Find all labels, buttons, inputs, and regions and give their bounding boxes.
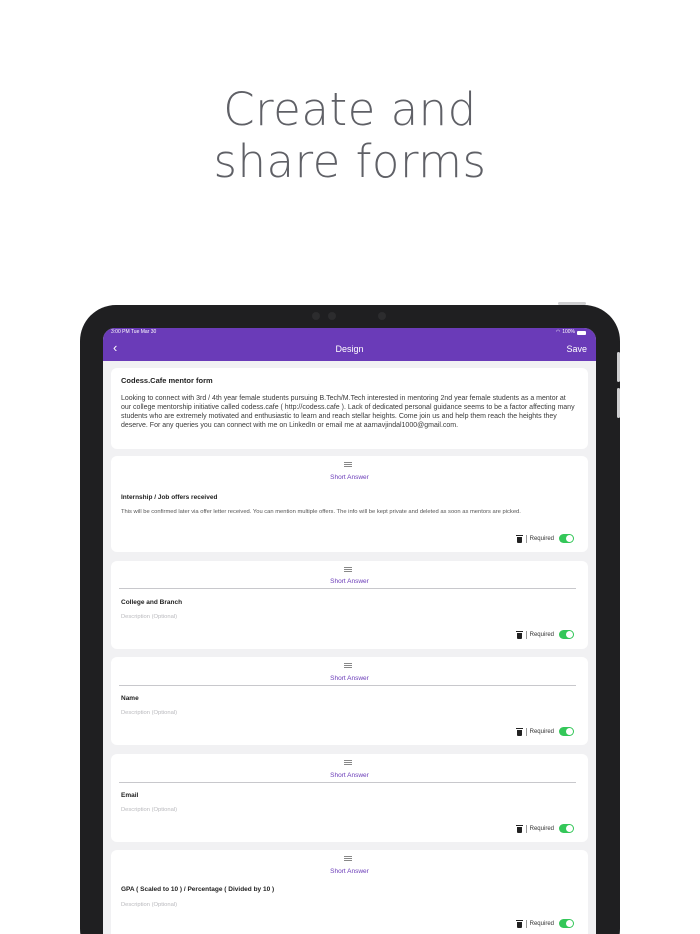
question-title[interactable]: Email	[121, 792, 138, 799]
question-type-selector[interactable]: Short Answer	[111, 474, 588, 481]
drag-handle-icon[interactable]	[344, 462, 352, 467]
sensor-icon	[328, 312, 336, 320]
question-card: Short Answer Name Description (Optional)…	[111, 657, 588, 745]
question-description-input[interactable]: Description (Optional)	[121, 902, 577, 910]
camera-icon	[312, 312, 320, 320]
required-label: Required	[529, 631, 554, 638]
question-card: Short Answer College and Branch Descript…	[111, 561, 588, 649]
trash-icon[interactable]	[515, 630, 523, 639]
form-description[interactable]: Looking to connect with 3rd / 4th year f…	[121, 394, 576, 430]
volume-button	[617, 388, 620, 418]
trash-icon[interactable]	[515, 824, 523, 833]
required-toggle[interactable]	[559, 824, 574, 833]
required-label: Required	[529, 920, 554, 927]
required-label: Required	[529, 825, 554, 832]
required-label: Required	[529, 535, 554, 542]
sensor-icon	[378, 312, 386, 320]
question-actions: Required	[515, 534, 574, 543]
headline-line-1: Create and	[223, 83, 477, 136]
status-time: 3:00 PM Tue Mar 30	[111, 329, 157, 335]
question-actions: Required	[515, 824, 574, 833]
drag-handle-icon[interactable]	[344, 567, 352, 572]
divider	[119, 782, 576, 783]
page-title: Design	[335, 344, 364, 354]
required-toggle[interactable]	[559, 727, 574, 736]
app-screen: 3:00 PM Tue Mar 30 ◠ 100% ‹ Design Save …	[103, 328, 596, 934]
question-type-selector[interactable]: Short Answer	[111, 868, 588, 875]
required-label: Required	[529, 728, 554, 735]
required-toggle[interactable]	[559, 534, 574, 543]
power-button	[558, 302, 586, 305]
navigation-bar: ‹ Design Save	[103, 337, 596, 361]
drag-handle-icon[interactable]	[344, 760, 352, 765]
battery-icon	[577, 330, 586, 335]
question-title[interactable]: Name	[121, 695, 139, 702]
question-description-input[interactable]: Description (Optional)	[121, 807, 577, 815]
trash-icon[interactable]	[515, 534, 523, 543]
form-title[interactable]: Codess.Cafe mentor form	[121, 376, 213, 385]
question-description-input[interactable]: Description (Optional)	[121, 614, 577, 622]
question-actions: Required	[515, 630, 574, 639]
wifi-icon: ◠	[555, 329, 561, 335]
headline: Create and share forms	[0, 84, 700, 188]
trash-icon[interactable]	[515, 919, 523, 928]
required-toggle[interactable]	[559, 919, 574, 928]
question-actions: Required	[515, 727, 574, 736]
divider	[119, 588, 576, 589]
drag-handle-icon[interactable]	[344, 663, 352, 668]
headline-line-2: share forms	[213, 135, 487, 188]
question-card: Short Answer Email Description (Optional…	[111, 754, 588, 842]
question-type-selector[interactable]: Short Answer	[111, 578, 588, 585]
trash-icon[interactable]	[515, 727, 523, 736]
question-title[interactable]: Internship / Job offers received	[121, 494, 217, 501]
question-title[interactable]: College and Branch	[121, 599, 182, 606]
question-description-input[interactable]: Description (Optional)	[121, 710, 577, 718]
question-title[interactable]: GPA ( Scaled to 10 ) / Percentage ( Divi…	[121, 886, 274, 893]
volume-button	[617, 352, 620, 382]
question-actions: Required	[515, 919, 574, 928]
battery-percent: 100%	[562, 329, 575, 335]
separator	[525, 824, 527, 833]
question-type-selector[interactable]: Short Answer	[111, 772, 588, 779]
question-description[interactable]: This will be confirmed later via offer l…	[121, 509, 577, 517]
status-bar: 3:00 PM Tue Mar 30 ◠ 100%	[103, 328, 596, 337]
separator	[525, 630, 527, 639]
question-card: Short Answer Internship / Job offers rec…	[111, 456, 588, 552]
question-type-selector[interactable]: Short Answer	[111, 675, 588, 682]
drag-handle-icon[interactable]	[344, 856, 352, 861]
save-button[interactable]: Save	[566, 343, 587, 355]
separator	[525, 727, 527, 736]
separator	[525, 919, 527, 928]
divider	[119, 685, 576, 686]
question-card: Short Answer GPA ( Scaled to 10 ) / Perc…	[111, 850, 588, 934]
form-header-card[interactable]: Codess.Cafe mentor form Looking to conne…	[111, 368, 588, 449]
required-toggle[interactable]	[559, 630, 574, 639]
separator	[525, 534, 527, 543]
